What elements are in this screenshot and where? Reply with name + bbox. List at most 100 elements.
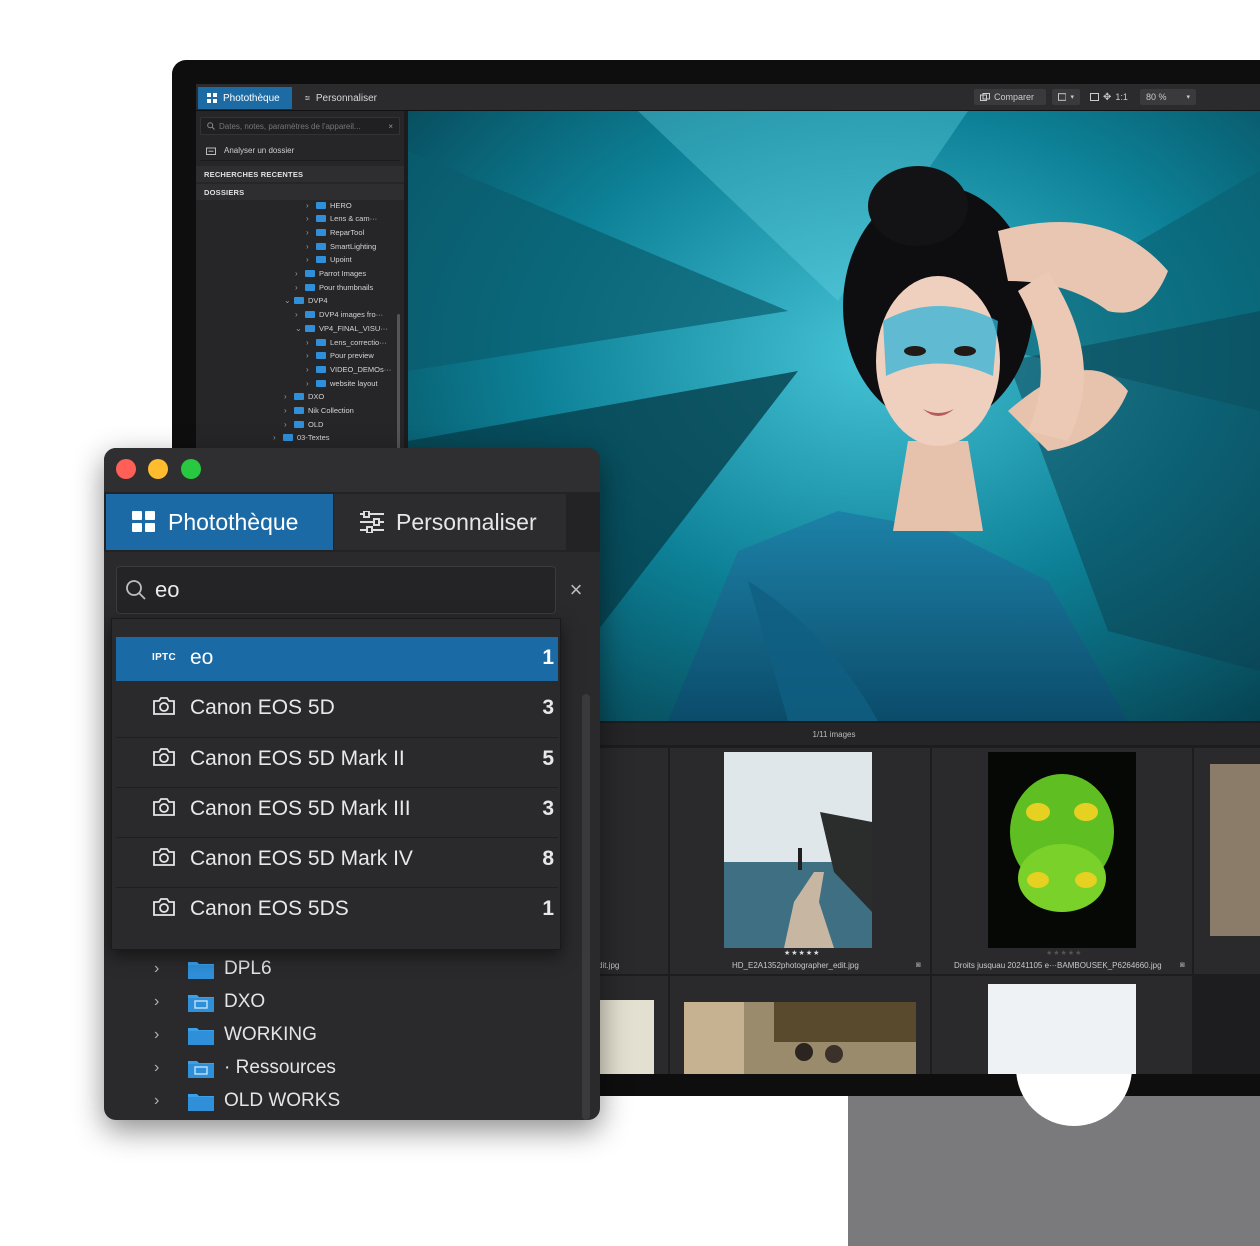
suggestion-camera[interactable]: Canon EOS 5DS 1 xyxy=(116,887,558,932)
chevron-down-icon[interactable]: ⌄ xyxy=(295,324,302,333)
suggestion-camera[interactable]: Canon EOS 5D Mark II 5 xyxy=(116,737,558,782)
chevron-right-icon[interactable]: › xyxy=(306,228,312,237)
main-folder-item[interactable]: ⌄ DVP4 xyxy=(284,295,328,307)
main-folder-item[interactable]: › Nik Collection xyxy=(284,405,354,417)
main-sidebar: Dates, notes, paramètres de l'appareil..… xyxy=(196,111,404,451)
suggestion-iptc[interactable]: IPTC eo 1 xyxy=(116,637,558,681)
thumbnail-caption-partial: dit.jpg xyxy=(598,961,620,970)
zoom-window-button[interactable] xyxy=(181,459,201,479)
compare-button[interactable]: Comparer xyxy=(974,89,1046,105)
tab-library[interactable]: Photothèque xyxy=(198,87,292,109)
chevron-right-icon[interactable]: › xyxy=(306,365,312,374)
chevron-right-icon[interactable]: › xyxy=(273,433,279,442)
main-folder-item[interactable]: › VIDEO_DEMOs··· xyxy=(306,363,391,375)
folder-icon xyxy=(305,324,315,332)
main-folder-item[interactable]: › 03-Textes xyxy=(273,432,330,444)
tab-library[interactable]: Photothèque xyxy=(106,494,333,550)
chevron-right-icon[interactable]: › xyxy=(284,392,290,401)
camera-icon xyxy=(152,696,176,722)
main-folder-item[interactable]: › DVP4 images fro··· xyxy=(295,309,383,321)
chevron-right-icon[interactable]: › xyxy=(306,379,312,388)
main-folder-item[interactable]: › Pour thumbnails xyxy=(295,281,373,293)
chevron-right-icon[interactable]: › xyxy=(306,214,312,223)
folder-item-working[interactable]: › WORKING xyxy=(154,1021,317,1049)
folder-icon xyxy=(316,338,326,346)
suggestion-count: 1 xyxy=(542,646,554,669)
thumbnail-cell[interactable] xyxy=(670,976,930,1074)
tab-customize[interactable]: Personnaliser xyxy=(296,87,386,109)
chevron-right-icon[interactable]: › xyxy=(154,1059,168,1077)
suggestion-camera[interactable]: Canon EOS 5D 3 xyxy=(116,687,558,731)
chevron-right-icon[interactable]: › xyxy=(306,242,312,251)
main-search-input[interactable]: Dates, notes, paramètres de l'appareil..… xyxy=(200,117,400,135)
main-folder-item[interactable]: ⌄ VP4_FINAL_VISU··· xyxy=(295,322,388,334)
chevron-down-icon[interactable]: ⌄ xyxy=(284,296,291,305)
zoom-level-select[interactable]: 80 % ▾ xyxy=(1140,89,1196,105)
rating-stars[interactable]: ★★★★★ xyxy=(784,949,820,957)
main-folder-label: VIDEO_DEMOs··· xyxy=(330,364,392,374)
main-toolbar: Photothèque Personnaliser Comparer ▾ ✥ 1… xyxy=(196,84,1260,111)
folder-item-dpl6[interactable]: › DPL6 xyxy=(154,955,272,983)
main-folder-item[interactable]: › Lens & cam··· xyxy=(306,213,377,225)
main-folder-item[interactable]: › website layout xyxy=(306,377,378,389)
suggestion-label: Canon EOS 5DS xyxy=(190,897,349,920)
suggestion-camera[interactable]: Canon EOS 5D Mark IV 8 xyxy=(116,837,558,882)
chevron-right-icon[interactable]: › xyxy=(284,420,290,429)
chevron-right-icon[interactable]: › xyxy=(306,338,312,347)
recent-searches-header[interactable]: RECHERCHES RECENTES xyxy=(196,166,404,182)
main-folder-item[interactable]: › Upoint xyxy=(306,254,352,266)
main-folder-item[interactable]: › Pour preview xyxy=(306,350,374,362)
layout-dropdown[interactable]: ▾ xyxy=(1052,89,1080,105)
sidebar-scrollbar[interactable] xyxy=(397,314,400,454)
folders-header[interactable]: DOSSIERS xyxy=(196,184,404,200)
suggestion-label: eo xyxy=(190,646,214,669)
thumbnail-cell[interactable]: ★★★★★ Droits jusquau 20241105 e···BAMBOU… xyxy=(932,748,1192,974)
main-folder-item[interactable]: › Parrot Images xyxy=(295,268,366,280)
main-folder-item[interactable]: › SmartLighting xyxy=(306,240,376,252)
close-window-button[interactable] xyxy=(116,459,136,479)
folder-label: WORKING xyxy=(224,1024,317,1045)
main-folder-item[interactable]: › HERO xyxy=(306,199,352,211)
suggestion-camera[interactable]: Canon EOS 5D Mark III 3 xyxy=(116,787,558,832)
main-folder-item[interactable]: › OLD xyxy=(284,418,323,430)
chevron-down-icon: ▾ xyxy=(1070,94,1074,101)
analyze-folder-button[interactable]: Analyser un dossier xyxy=(200,141,400,161)
chevron-right-icon[interactable]: › xyxy=(154,993,168,1011)
suggestion-label: Canon EOS 5D Mark IV xyxy=(190,847,413,870)
zoom-controls[interactable]: ✥ 1:1 xyxy=(1084,89,1136,105)
chevron-right-icon[interactable]: › xyxy=(154,1026,168,1044)
rating-stars[interactable]: ★★★★★ xyxy=(1046,949,1082,957)
window-scrollbar[interactable] xyxy=(582,694,590,1120)
chevron-right-icon[interactable]: › xyxy=(295,283,301,292)
search-input[interactable]: eo xyxy=(116,566,556,614)
main-folder-label: Lens & cam··· xyxy=(330,214,378,224)
suggestion-count: 3 xyxy=(542,696,554,719)
tab-library-label: Photothèque xyxy=(223,92,280,104)
thumbnail-cell[interactable] xyxy=(932,976,1192,1074)
main-folder-item[interactable]: › DXO xyxy=(284,391,324,403)
chevron-right-icon[interactable]: › xyxy=(306,255,312,264)
main-folder-item[interactable]: › ReparTool xyxy=(306,226,364,238)
minimize-window-button[interactable] xyxy=(148,459,168,479)
library-window: Photothèque Personnaliser eo × › DPL6 › … xyxy=(104,448,600,1120)
folder-item-ressources[interactable]: › · Ressources xyxy=(154,1054,336,1082)
clear-search-button[interactable]: × xyxy=(564,576,588,604)
thumbnail-cell[interactable] xyxy=(1194,748,1260,974)
main-folder-item[interactable]: › Lens_correctio··· xyxy=(306,336,387,348)
chevron-right-icon[interactable]: › xyxy=(295,269,301,278)
folder-scan-icon xyxy=(206,147,216,155)
main-folder-label: HERO xyxy=(330,200,352,210)
chevron-right-icon[interactable]: › xyxy=(154,960,168,978)
chevron-right-icon[interactable]: › xyxy=(295,310,301,319)
suggestion-count: 5 xyxy=(542,747,554,770)
chevron-right-icon[interactable]: › xyxy=(306,201,312,210)
folder-item-old-works[interactable]: › OLD WORKS xyxy=(154,1087,340,1115)
close-icon[interactable]: × xyxy=(388,122,393,131)
chevron-right-icon[interactable]: › xyxy=(306,351,312,360)
thumbnail-cell[interactable]: ★★★★★ HD_E2A1352photographer_edit.jpg ◙ xyxy=(670,748,930,974)
tab-customize[interactable]: Personnaliser xyxy=(334,494,566,550)
chevron-right-icon[interactable]: › xyxy=(284,406,290,415)
main-folder-label: website layout xyxy=(330,378,378,388)
chevron-right-icon[interactable]: › xyxy=(154,1092,168,1110)
folder-item-dxo[interactable]: › DXO xyxy=(154,988,265,1016)
